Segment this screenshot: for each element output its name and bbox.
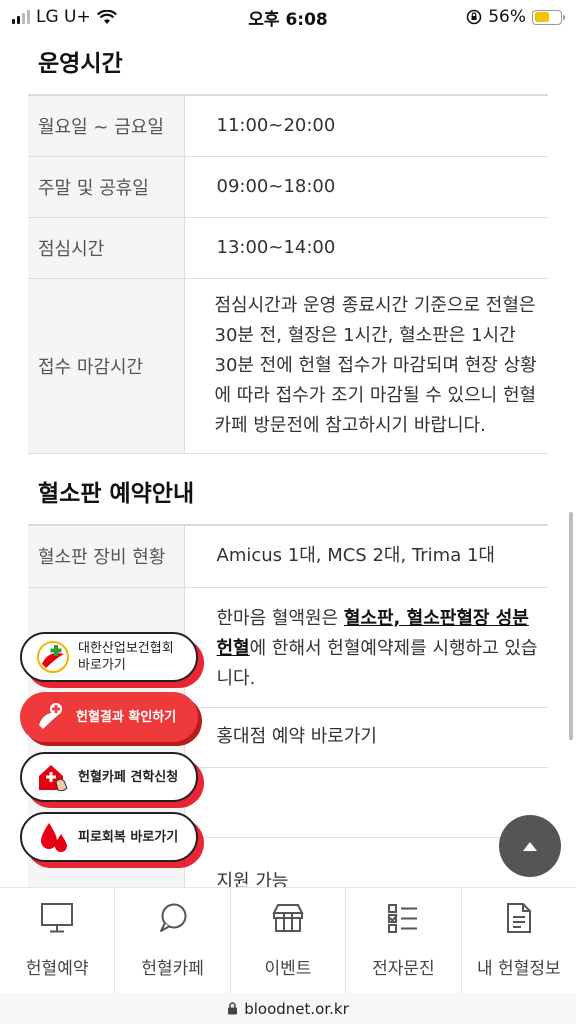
- nav-blood-reservation[interactable]: 헌혈예약: [0, 888, 116, 993]
- signal-icon: [12, 10, 30, 24]
- fatigue-recovery-button[interactable]: 피로회복 바로가기: [20, 812, 198, 862]
- fab-label: 피로회복 바로가기: [78, 829, 179, 845]
- operating-hours-title: 운영시간: [38, 51, 123, 77]
- gift-box-icon: [268, 900, 308, 936]
- battery-percent: 56%: [488, 7, 526, 27]
- health-association-button[interactable]: 대한산업보건협회 바로가기: [20, 632, 198, 682]
- health-association-logo-icon: [36, 640, 70, 674]
- battery-icon: [532, 9, 565, 25]
- url-bar[interactable]: bloodnet.or.kr: [0, 993, 576, 1024]
- nav-label: 이벤트: [264, 959, 312, 979]
- row-label: 월요일 ~ 금요일: [28, 95, 185, 157]
- table-row: 접수 마감시간 점심시간과 운영 종료시간 기준으로 전혈은 30분 전, 혈장…: [28, 278, 548, 454]
- nav-label: 내 헌혈정보: [477, 959, 561, 979]
- document-icon: [499, 900, 539, 936]
- fab-label: 대한산업보건협회: [78, 641, 174, 656]
- checklist-icon: [383, 900, 423, 936]
- fab-label: 헌혈결과 확인하기: [76, 709, 177, 725]
- row-label: 주말 및 공휴일: [28, 156, 185, 218]
- house-hand-icon: [36, 760, 70, 794]
- platelet-reservation-title: 혈소판 예약안내: [38, 481, 195, 507]
- row-value: 13:00~14:00: [184, 217, 548, 279]
- fab-label: 바로가기: [78, 658, 126, 673]
- deadline-notice: 점심시간과 운영 종료시간 기준으로 전혈은 30분 전, 혈장은 1시간, 혈…: [184, 278, 548, 454]
- row-value: 지원 가능: [184, 837, 548, 887]
- row-label: 접수 마감시간: [28, 278, 185, 454]
- nav-e-questionnaire[interactable]: 전자문진: [346, 888, 462, 993]
- table-row: 월요일 ~ 금요일 11:00~20:00: [28, 95, 548, 157]
- reservation-description: 한마음 혈액원은 혈소판, 혈소판혈장 성분헌혈에 한해서 헌혈예약제를 시행하…: [184, 587, 548, 708]
- table-row: 점심시간 13:00~14:00: [28, 217, 548, 279]
- nav-blood-cafe[interactable]: 헌혈카페: [115, 888, 231, 993]
- nav-label: 헌혈카페: [141, 959, 204, 979]
- arrow-up-icon: [523, 841, 537, 851]
- nav-label: 헌혈예약: [25, 959, 89, 979]
- nav-my-blood-info[interactable]: 내 헌혈정보: [462, 888, 576, 993]
- row-label: 점심시간: [28, 217, 185, 279]
- bottom-nav: 헌혈예약 헌혈카페 이벤트 전자문진 내 헌혈정보: [0, 887, 576, 993]
- operating-hours-table: 월요일 ~ 금요일 11:00~20:00 주말 및 공휴일 09:00~18:…: [28, 94, 548, 454]
- table-row: 혈소판 장비 현황 Amicus 1대, MCS 2대, Trima 1대: [28, 525, 548, 588]
- row-value: Amicus 1대, MCS 2대, Trima 1대: [184, 525, 548, 588]
- carrier-label: LG U+: [36, 7, 91, 27]
- rotation-lock-icon: [466, 9, 482, 25]
- url-text: bloodnet.or.kr: [244, 999, 349, 1018]
- nav-event[interactable]: 이벤트: [231, 888, 347, 993]
- blood-result-button[interactable]: 헌혈결과 확인하기: [20, 692, 198, 742]
- row-label: 혈소판 장비 현황: [28, 525, 185, 588]
- lock-icon: [228, 1002, 238, 1015]
- fab-label: 헌혈카페 견학신청: [78, 769, 179, 785]
- row-value: 09:00~18:00: [184, 156, 548, 218]
- wifi-icon: [96, 9, 117, 24]
- row-value: 11:00~20:00: [184, 95, 548, 157]
- monitor-icon: [37, 900, 77, 936]
- cafe-tour-button[interactable]: 헌혈카페 견학신청: [20, 752, 198, 802]
- speech-bubble-icon: [153, 900, 193, 936]
- scrollbar[interactable]: [569, 512, 573, 740]
- nav-label: 전자문진: [372, 959, 435, 979]
- blood-cross-icon: [34, 700, 68, 734]
- desc-suffix: 에 한해서 헌혈예약제를 시행하고 있습니다.: [216, 638, 538, 689]
- scroll-to-top-button[interactable]: [499, 815, 561, 877]
- blood-drops-icon: [36, 820, 70, 854]
- table-row: 주말 및 공휴일 09:00~18:00: [28, 156, 548, 218]
- desc-prefix: 한마음 혈액원은: [216, 608, 344, 629]
- status-bar: LG U+ 오후 6:08 56%: [0, 0, 576, 34]
- hongdae-reserve-link[interactable]: 홍대점 예약 바로가기: [184, 707, 548, 768]
